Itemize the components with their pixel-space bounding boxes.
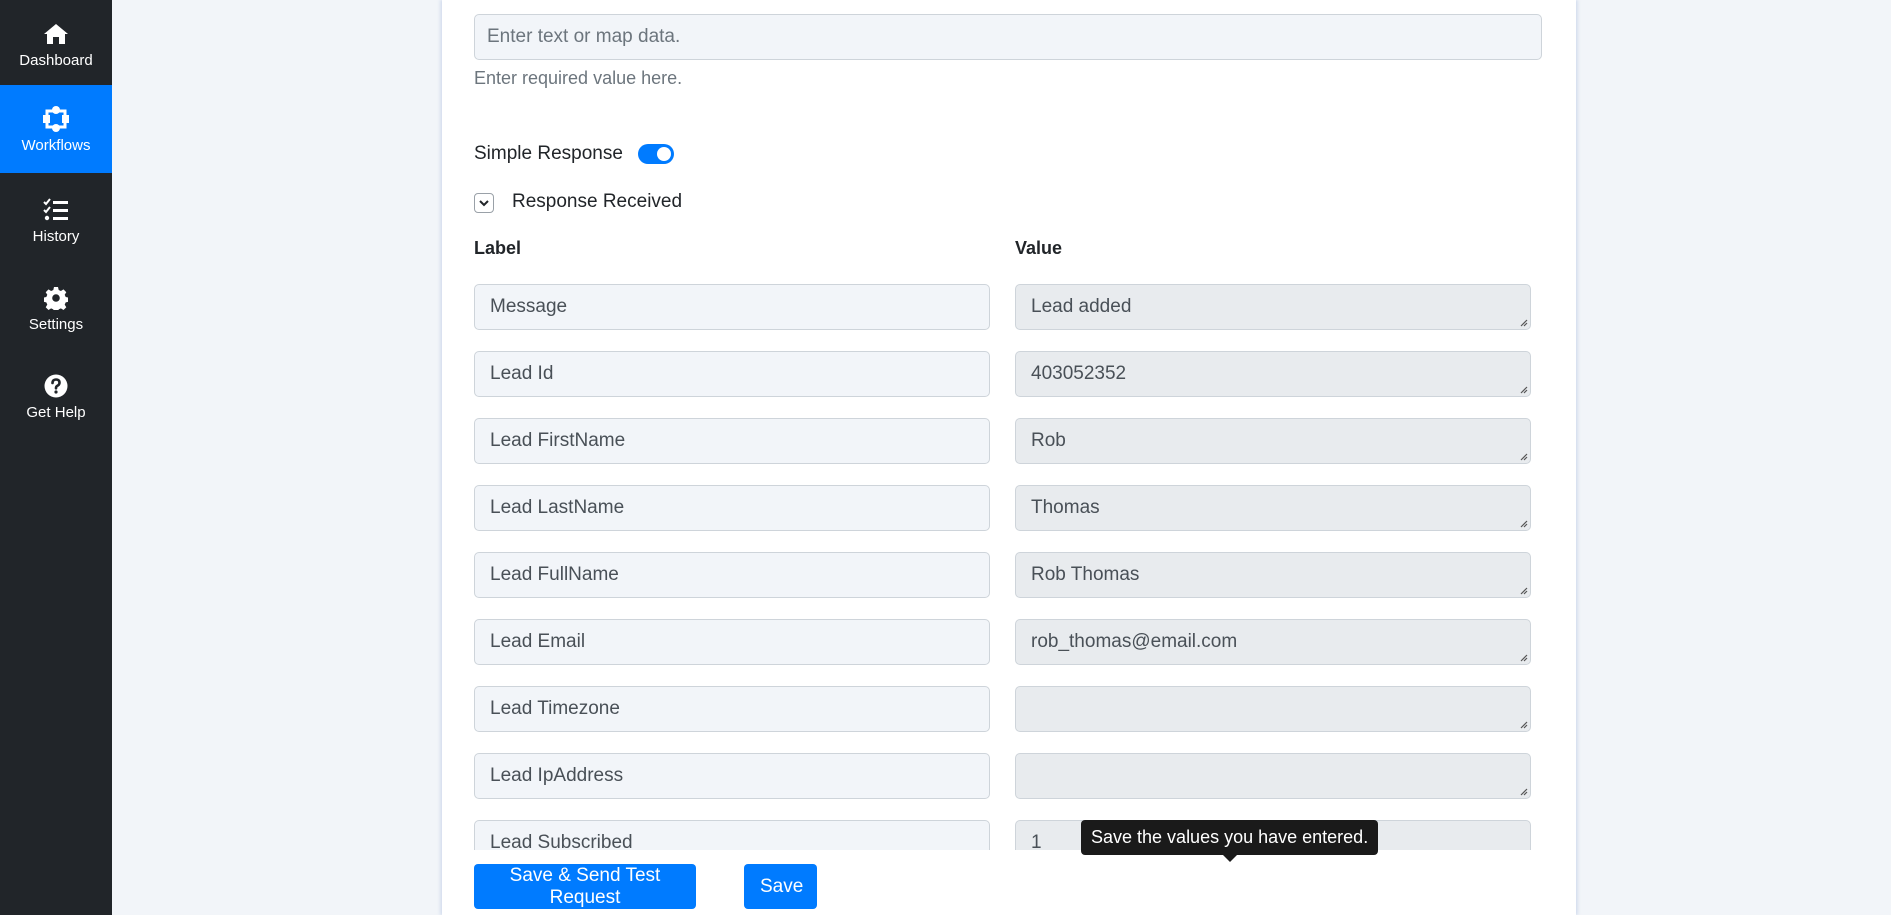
save-tooltip: Save the values you have entered. [1081, 820, 1379, 862]
value-textarea[interactable]: 403052352 [1015, 351, 1531, 397]
sidebar-item-get-help[interactable]: Get Help [0, 352, 112, 440]
label-input[interactable]: Lead IpAddress [474, 753, 990, 799]
response-row: Lead Timezone [474, 686, 1531, 732]
value-textarea[interactable] [1015, 686, 1531, 732]
value-textarea[interactable]: rob_thomas@email.com [1015, 619, 1531, 665]
response-row: Lead Id 403052352 [474, 351, 1531, 397]
response-row: Lead LastName Thomas [474, 485, 1531, 531]
sidebar-item-dashboard[interactable]: Dashboard [0, 0, 112, 88]
sidebar-item-label: History [32, 227, 80, 245]
gear-icon [42, 284, 70, 312]
resize-handle-icon[interactable] [1518, 518, 1528, 528]
workflow-step-card: Enter required value here. Simple Respon… [442, 0, 1576, 915]
sidebar-item-history[interactable]: History [0, 176, 112, 264]
response-received-toggle[interactable]: Response Received [474, 190, 682, 213]
value-text: Lead added [1031, 296, 1132, 317]
save-button[interactable]: Save [744, 864, 817, 909]
label-input[interactable]: Lead Id [474, 351, 990, 397]
resize-handle-icon[interactable] [1518, 786, 1528, 796]
response-row: Lead Email rob_thomas@email.com [474, 619, 1531, 665]
value-textarea[interactable] [1015, 753, 1531, 799]
label-input[interactable]: Lead Subscribed [474, 820, 990, 850]
map-data-input[interactable] [474, 14, 1542, 60]
value-textarea[interactable]: Lead added [1015, 284, 1531, 330]
resize-handle-icon[interactable] [1518, 585, 1528, 595]
value-text: rob_thomas@email.com [1031, 631, 1238, 652]
label-input[interactable]: Lead Email [474, 619, 990, 665]
value-text: Rob Thomas [1031, 564, 1140, 585]
value-text: Thomas [1031, 497, 1100, 518]
value-text: Rob [1031, 430, 1066, 451]
sidebar-item-label: Settings [28, 315, 84, 333]
value-textarea[interactable]: Rob Thomas [1015, 552, 1531, 598]
response-row: Lead FullName Rob Thomas [474, 552, 1531, 598]
simple-response-toggle[interactable] [637, 144, 674, 164]
response-row: Lead FirstName Rob [474, 418, 1531, 464]
resize-handle-icon[interactable] [1518, 384, 1528, 394]
resize-handle-icon[interactable] [1518, 652, 1528, 662]
sidebar-item-settings[interactable]: Settings [0, 264, 112, 352]
workflow-icon [42, 105, 70, 133]
value-text: 1 [1031, 832, 1042, 850]
toggle-knob [656, 147, 671, 161]
field-label-clipped [474, 0, 874, 3]
response-row: Lead IpAddress [474, 753, 1531, 799]
question-circle-icon [42, 372, 70, 400]
simple-response-row: Simple Response [474, 143, 674, 165]
chevron-down-icon[interactable] [474, 193, 494, 213]
sidebar-item-label: Dashboard [19, 51, 93, 69]
resize-handle-icon[interactable] [1518, 719, 1528, 729]
simple-response-label: Simple Response [474, 143, 623, 164]
value-textarea[interactable]: Thomas [1015, 485, 1531, 531]
response-fields-scroll-area: Label Value Message Lead added Lead Id 4… [474, 225, 1556, 850]
response-received-title: Response Received [512, 190, 683, 212]
column-header-value: Value [1015, 238, 1063, 258]
sidebar: Dashboard Workflows History Settings Get… [0, 0, 112, 915]
value-textarea[interactable]: Rob [1015, 418, 1531, 464]
help-text: Enter required value here. [474, 68, 683, 88]
column-header-label: Label [474, 238, 522, 258]
label-input[interactable]: Lead FirstName [474, 418, 990, 464]
resize-handle-icon[interactable] [1518, 451, 1528, 461]
save-and-send-test-request-button[interactable]: Save & Send Test Request [474, 864, 696, 909]
sidebar-item-workflows[interactable]: Workflows [0, 85, 112, 173]
checklist-icon [42, 196, 70, 224]
label-input[interactable]: Message [474, 284, 990, 330]
label-input[interactable]: Lead Timezone [474, 686, 990, 732]
response-row: Message Lead added [474, 284, 1531, 330]
sidebar-item-label: Workflows [21, 136, 91, 154]
label-input[interactable]: Lead FullName [474, 552, 990, 598]
value-text: 403052352 [1031, 363, 1127, 384]
sidebar-item-label: Get Help [26, 403, 86, 421]
resize-handle-icon[interactable] [1518, 317, 1528, 327]
label-input[interactable]: Lead LastName [474, 485, 990, 531]
home-icon [42, 20, 70, 48]
